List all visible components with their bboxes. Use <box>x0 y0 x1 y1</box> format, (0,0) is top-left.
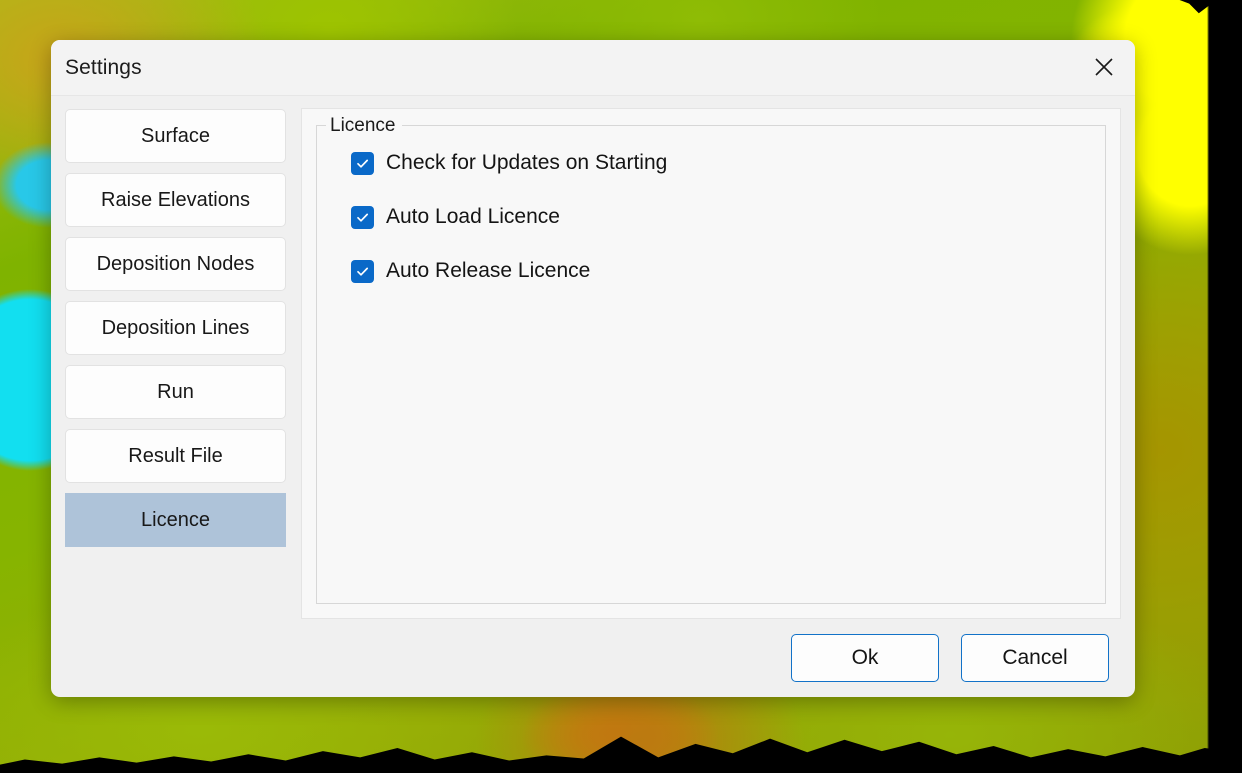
dialog-title-bar: Settings <box>51 40 1135 96</box>
sidebar-item-run[interactable]: Run <box>65 365 286 419</box>
licence-groupbox: Licence Check for Updates on Starting Au… <box>316 115 1106 604</box>
checkbox-label: Check for Updates on Starting <box>386 151 668 174</box>
dialog-body: Surface Raise Elevations Deposition Node… <box>51 96 1135 619</box>
settings-sidebar: Surface Raise Elevations Deposition Node… <box>65 108 286 619</box>
sidebar-item-label: Raise Elevations <box>101 188 250 211</box>
checkbox-auto-load-licence[interactable]: Auto Load Licence <box>351 202 560 232</box>
checkbox-label: Auto Load Licence <box>386 205 560 228</box>
sidebar-item-deposition-nodes[interactable]: Deposition Nodes <box>65 237 286 291</box>
sidebar-item-label: Surface <box>141 124 210 147</box>
sidebar-item-label: Licence <box>141 508 210 531</box>
checkmark-icon <box>351 205 374 229</box>
sidebar-item-licence[interactable]: Licence <box>65 493 286 547</box>
checkbox-auto-release-licence[interactable]: Auto Release Licence <box>351 256 590 286</box>
sidebar-item-label: Result File <box>128 444 223 467</box>
sidebar-item-label: Deposition Nodes <box>96 252 255 275</box>
groupbox-title: Licence <box>326 115 402 136</box>
sidebar-item-deposition-lines[interactable]: Deposition Lines <box>65 301 286 355</box>
sidebar-item-label: Run <box>157 380 194 403</box>
sidebar-item-raise-elevations[interactable]: Raise Elevations <box>65 173 286 227</box>
checkbox-check-for-updates-on-starting[interactable]: Check for Updates on Starting <box>351 148 667 178</box>
settings-dialog: Settings Surface Raise Elevations Deposi… <box>51 40 1135 697</box>
desktop-background: Settings Surface Raise Elevations Deposi… <box>0 0 1242 773</box>
sidebar-item-result-file[interactable]: Result File <box>65 429 286 483</box>
checkbox-label: Auto Release Licence <box>386 259 591 282</box>
close-icon[interactable] <box>1081 45 1127 89</box>
settings-content-panel: Licence Check for Updates on Starting Au… <box>301 108 1121 619</box>
dialog-title: Settings <box>65 55 142 79</box>
cancel-button[interactable]: Cancel <box>961 634 1109 682</box>
ok-button[interactable]: Ok <box>791 634 939 682</box>
sidebar-item-label: Deposition Lines <box>101 316 250 339</box>
checkmark-icon <box>351 151 374 175</box>
dialog-footer: Ok Cancel <box>51 619 1135 697</box>
checkmark-icon <box>351 259 374 283</box>
sidebar-item-surface[interactable]: Surface <box>65 109 286 163</box>
